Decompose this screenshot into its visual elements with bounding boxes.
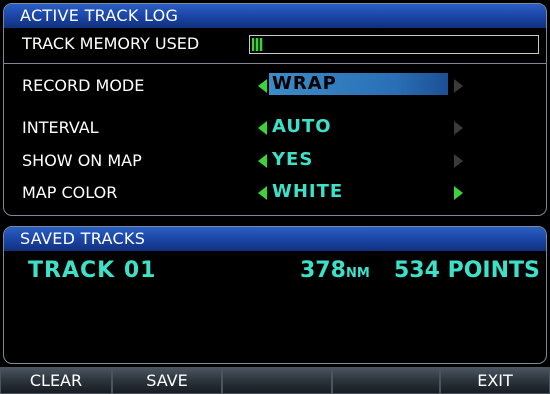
record-mode-label: RECORD MODE (22, 76, 145, 95)
softkey-4[interactable] (332, 367, 440, 394)
list-item[interactable]: TRACK 01 378NM 534 POINTS (4, 252, 546, 288)
saved-tracks-panel: SAVED TRACKS TRACK 01 378NM 534 POINTS (3, 226, 547, 364)
map-color-value[interactable]: WHITE (272, 181, 343, 202)
show-on-map-value[interactable]: YES (272, 149, 313, 170)
record-mode-left-arrow-icon[interactable] (258, 79, 267, 93)
track-distance: 378NM (300, 258, 370, 283)
interval-right-arrow-icon[interactable] (454, 121, 463, 135)
map-color-right-arrow-icon[interactable] (454, 186, 463, 200)
track-distance-unit: NM (345, 266, 370, 281)
show-on-map-left-arrow-icon[interactable] (258, 154, 267, 168)
record-mode-value[interactable]: WRAP (269, 73, 448, 95)
softkey-bar: CLEAR SAVE EXIT (0, 367, 550, 394)
interval-left-arrow-icon[interactable] (258, 121, 267, 135)
divider (4, 63, 546, 64)
exit-softkey[interactable]: EXIT (440, 367, 550, 394)
active-track-log-title: ACTIVE TRACK LOG (4, 4, 546, 28)
show-on-map-row[interactable]: SHOW ON MAP YES (4, 146, 546, 176)
track-memory-bar (249, 35, 539, 54)
interval-row[interactable]: INTERVAL AUTO (4, 113, 546, 143)
map-color-row[interactable]: MAP COLOR WHITE (4, 178, 546, 208)
saved-tracks-title: SAVED TRACKS (4, 227, 546, 251)
map-color-label: MAP COLOR (22, 183, 118, 202)
map-color-left-arrow-icon[interactable] (258, 186, 267, 200)
interval-value[interactable]: AUTO (272, 116, 332, 137)
track-memory-fill (252, 38, 263, 51)
save-softkey[interactable]: SAVE (112, 367, 222, 394)
track-memory-row: TRACK MEMORY USED (4, 29, 546, 59)
active-track-log-panel: ACTIVE TRACK LOG TRACK MEMORY USED RECOR… (3, 3, 547, 216)
softkey-3[interactable] (222, 367, 332, 394)
track-distance-value: 378 (300, 258, 346, 283)
track-memory-label: TRACK MEMORY USED (22, 34, 200, 53)
track-name: TRACK 01 (28, 258, 157, 283)
track-points: 534 POINTS (394, 258, 540, 283)
interval-label: INTERVAL (22, 118, 99, 137)
clear-softkey[interactable]: CLEAR (0, 367, 112, 394)
record-mode-row[interactable]: RECORD MODE WRAP (4, 71, 546, 101)
show-on-map-right-arrow-icon[interactable] (454, 154, 463, 168)
show-on-map-label: SHOW ON MAP (22, 151, 142, 170)
record-mode-right-arrow-icon[interactable] (454, 79, 463, 93)
